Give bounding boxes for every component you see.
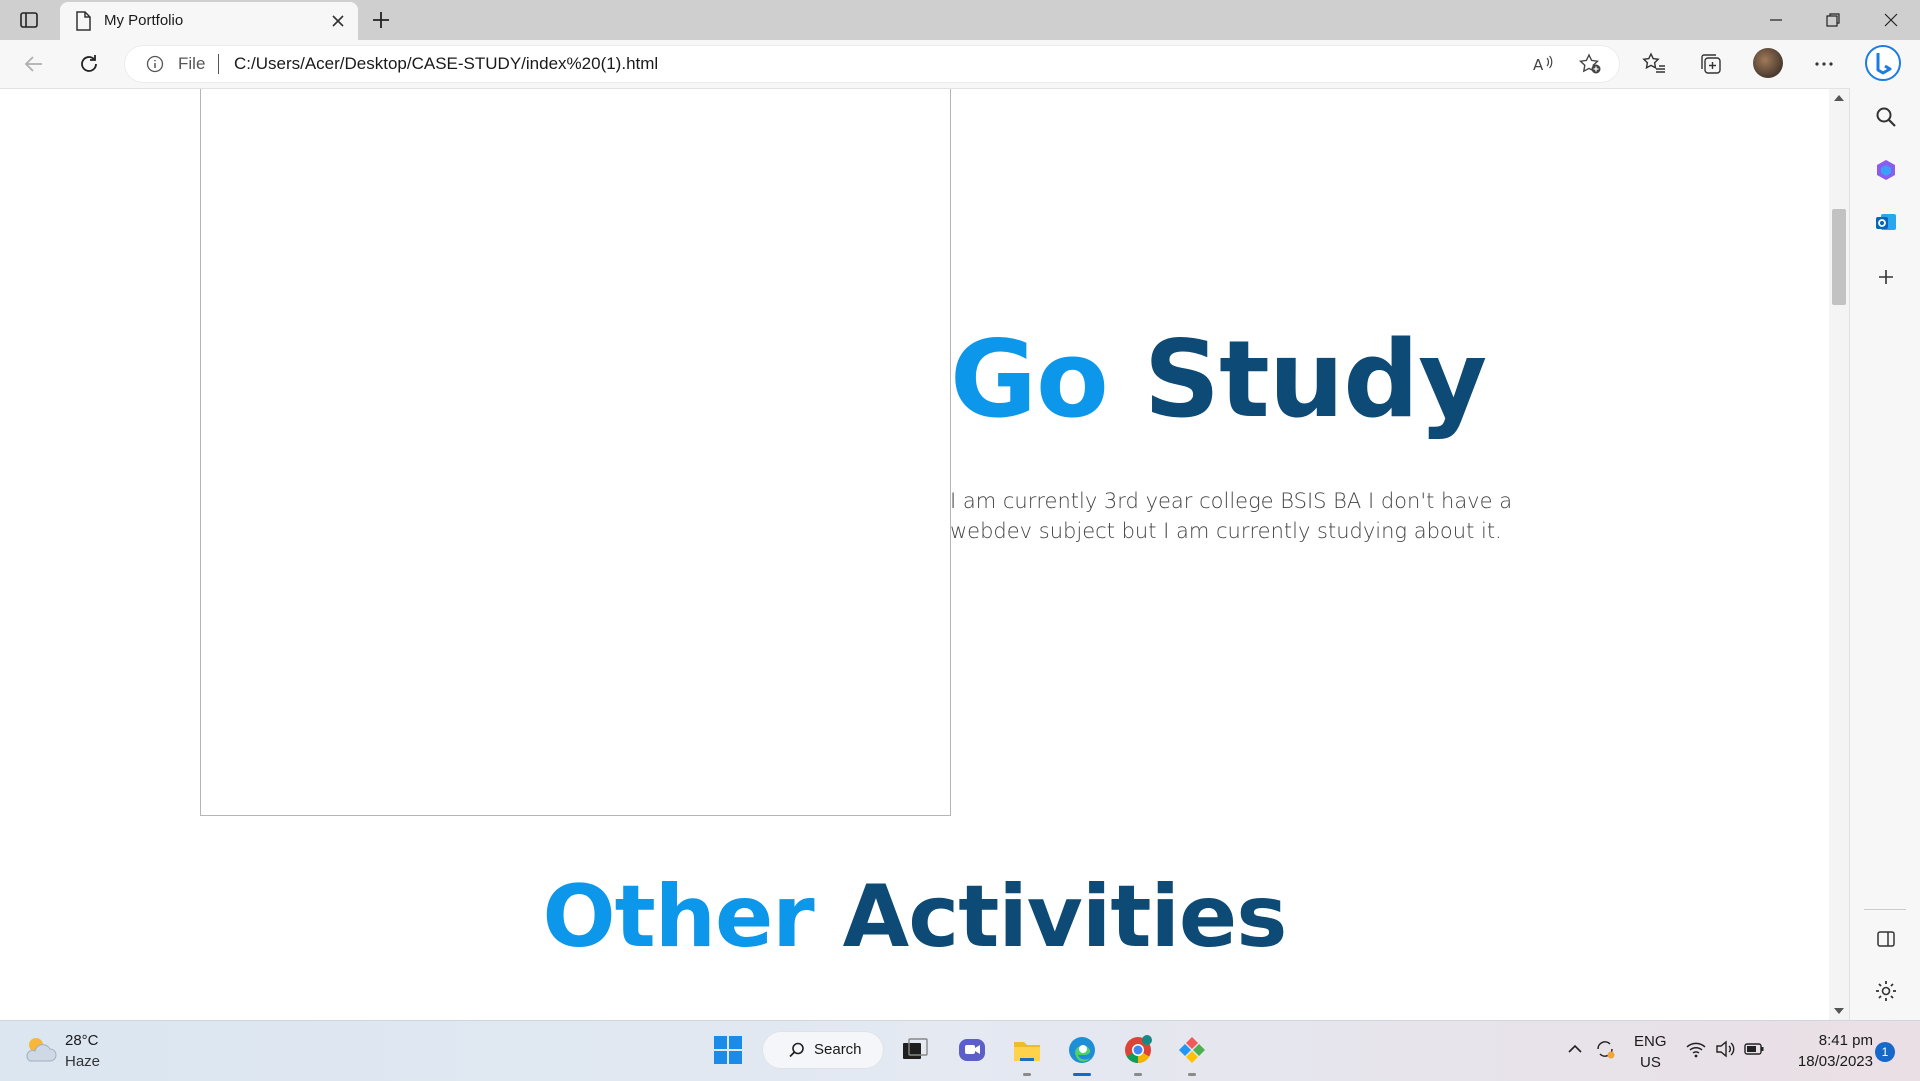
info-icon[interactable] bbox=[146, 55, 164, 73]
scheme-label: File bbox=[178, 54, 206, 73]
battery-icon[interactable] bbox=[1743, 1038, 1765, 1060]
region-label[interactable]: US bbox=[1640, 1054, 1661, 1071]
notification-badge[interactable]: 1 bbox=[1875, 1042, 1895, 1062]
collections-icon[interactable] bbox=[1698, 51, 1724, 77]
running-indicator bbox=[1134, 1073, 1142, 1076]
more-icon[interactable] bbox=[1811, 51, 1837, 77]
start-icon[interactable] bbox=[712, 1034, 744, 1066]
search-icon bbox=[789, 1042, 804, 1058]
taskbar-search[interactable]: Search bbox=[762, 1031, 884, 1069]
other-activities-heading: Other Activities bbox=[0, 874, 1829, 960]
active-app-indicator bbox=[1073, 1073, 1091, 1076]
tab-actions-icon[interactable] bbox=[18, 9, 40, 31]
bing-icon[interactable] bbox=[1864, 44, 1902, 82]
window-close-icon[interactable] bbox=[1879, 8, 1903, 32]
outlook-icon[interactable] bbox=[1873, 209, 1899, 235]
vertical-scrollbar[interactable] bbox=[1829, 89, 1849, 1020]
refresh-icon[interactable] bbox=[77, 52, 101, 76]
heading-accent-word: Other bbox=[542, 867, 815, 967]
go-study-heading: Go Study bbox=[950, 327, 1487, 433]
svg-text:A: A bbox=[1533, 56, 1544, 74]
copilot-icon[interactable] bbox=[1873, 157, 1899, 183]
taskbar: 28°C Haze Search ENG US 8:41 pm 18/03/20… bbox=[0, 1020, 1920, 1081]
wifi-icon[interactable] bbox=[1685, 1038, 1707, 1060]
page-icon bbox=[76, 11, 91, 31]
scroll-down-icon[interactable] bbox=[1834, 1008, 1844, 1014]
scroll-up-icon[interactable] bbox=[1834, 95, 1844, 101]
tab-strip: My Portfolio bbox=[0, 0, 1920, 40]
app-icon[interactable] bbox=[1176, 1034, 1208, 1066]
running-indicator bbox=[1023, 1073, 1031, 1076]
language-label[interactable]: ENG bbox=[1634, 1033, 1667, 1050]
volume-icon[interactable] bbox=[1714, 1038, 1736, 1060]
close-icon[interactable] bbox=[328, 11, 348, 31]
add-icon[interactable] bbox=[1873, 264, 1899, 290]
tab-title: My Portfolio bbox=[104, 12, 184, 29]
settings-icon[interactable] bbox=[1873, 978, 1899, 1004]
page-viewport: Go Study I am currently 3rd year college… bbox=[0, 89, 1829, 1020]
favorites-icon[interactable] bbox=[1641, 51, 1667, 77]
chrome-icon[interactable] bbox=[1122, 1034, 1154, 1066]
side-panel-divider bbox=[1864, 909, 1906, 910]
clock-time[interactable]: 8:41 pm bbox=[1808, 1032, 1873, 1049]
running-indicator bbox=[1188, 1073, 1196, 1076]
chevron-up-icon[interactable] bbox=[1564, 1038, 1586, 1060]
task-view-icon[interactable] bbox=[899, 1034, 931, 1066]
clock-date[interactable]: 18/03/2023 bbox=[1784, 1053, 1873, 1070]
heading-main-word: Study bbox=[1143, 318, 1487, 441]
sync-icon[interactable] bbox=[1594, 1038, 1616, 1060]
chat-icon[interactable] bbox=[956, 1034, 988, 1066]
weather-icon[interactable] bbox=[22, 1033, 58, 1067]
about-paragraph: I am currently 3rd year college BSIS BA … bbox=[950, 489, 1513, 543]
new-tab-icon[interactable] bbox=[370, 9, 392, 31]
profile-image-frame bbox=[200, 89, 951, 816]
restore-icon[interactable] bbox=[1821, 8, 1845, 32]
side-panel bbox=[1849, 88, 1920, 1020]
url-text[interactable]: C:/Users/Acer/Desktop/CASE-STUDY/index%2… bbox=[234, 54, 658, 74]
address-bar[interactable]: File C:/Users/Acer/Desktop/CASE-STUDY/in… bbox=[124, 45, 1620, 83]
back-icon[interactable] bbox=[22, 52, 46, 76]
taskbar-search-label: Search bbox=[814, 1041, 862, 1058]
search-icon[interactable] bbox=[1873, 104, 1899, 130]
read-aloud-icon[interactable]: A bbox=[1532, 54, 1554, 74]
file-explorer-icon[interactable] bbox=[1011, 1034, 1043, 1066]
minimize-icon[interactable] bbox=[1764, 8, 1788, 32]
weather-temp: 28°C bbox=[65, 1032, 99, 1049]
split-screen-icon[interactable] bbox=[1873, 926, 1899, 952]
active-tab[interactable]: My Portfolio bbox=[60, 2, 358, 40]
edge-icon[interactable] bbox=[1066, 1034, 1098, 1066]
heading-main-word: Activities bbox=[842, 867, 1288, 967]
scroll-thumb[interactable] bbox=[1832, 209, 1846, 305]
address-separator bbox=[218, 54, 219, 74]
address-toolbar: File C:/Users/Acer/Desktop/CASE-STUDY/in… bbox=[0, 40, 1920, 89]
heading-accent-word: Go bbox=[950, 318, 1109, 441]
weather-condition: Haze bbox=[65, 1053, 101, 1070]
add-favorite-icon[interactable] bbox=[1578, 53, 1602, 75]
profile-avatar[interactable] bbox=[1753, 48, 1783, 78]
